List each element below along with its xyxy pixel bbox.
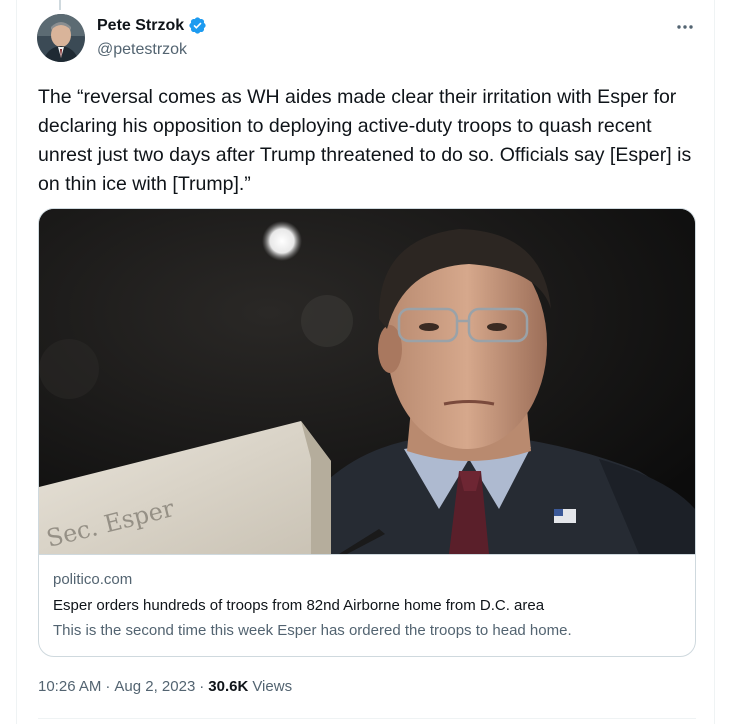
meta-separator: ·	[199, 678, 205, 695]
views-label: Views	[252, 678, 293, 695]
views-count: 30.6K	[208, 678, 249, 695]
user-handle[interactable]: @petestrzok	[97, 41, 187, 59]
meta-separator: ·	[105, 678, 111, 695]
tweet-text: The “reversal comes as WH aides made cle…	[38, 86, 692, 195]
display-name[interactable]: Pete Strzok	[97, 17, 184, 35]
link-preview-card[interactable]: Sec. Esper politico.com Esper orders hun…	[38, 208, 696, 657]
tweet-date[interactable]: Aug 2, 2023	[114, 678, 195, 695]
thread-connector-line	[59, 0, 61, 10]
timeline-border-left	[16, 0, 17, 724]
tweet-time[interactable]: 10:26 AM	[38, 678, 101, 695]
more-dots-icon	[677, 25, 693, 29]
author-name-row: Pete Strzok	[97, 16, 207, 35]
verified-badge-icon[interactable]	[188, 16, 207, 35]
card-image[interactable]: Sec. Esper	[39, 209, 695, 554]
tweet-metadata: 10:26 AM · Aug 2, 2023 · 30.6K Views	[38, 678, 292, 695]
more-options-button[interactable]	[672, 14, 698, 40]
avatar[interactable]	[37, 14, 85, 62]
card-title: Esper orders hundreds of troops from 82n…	[53, 597, 545, 614]
card-description: This is the second time this week Esper …	[53, 622, 572, 639]
card-divider	[39, 554, 695, 555]
divider	[38, 718, 696, 719]
timeline-border-right	[714, 0, 715, 724]
card-domain: politico.com	[53, 571, 133, 588]
